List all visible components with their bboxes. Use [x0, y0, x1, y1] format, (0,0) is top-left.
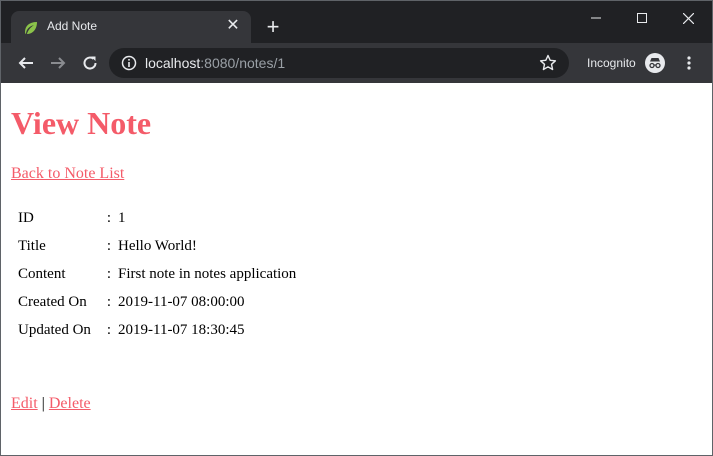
field-value: 2019-11-07 08:00:00 [118, 293, 245, 310]
detail-row-title: Title : Hello World! [17, 233, 297, 259]
incognito-icon[interactable] [645, 53, 665, 73]
field-separator: : [106, 209, 112, 226]
title-bar: Add Note ✕ + [1, 1, 712, 43]
spring-leaf-icon [25, 22, 37, 34]
delete-link[interactable]: Delete [49, 395, 91, 412]
detail-row-content: Content : First note in notes applicatio… [17, 261, 297, 287]
field-value: 2019-11-07 18:30:45 [118, 321, 245, 338]
tab-title: Add Note [47, 19, 98, 33]
field-label: ID [18, 209, 34, 226]
field-label: Content [18, 265, 66, 282]
close-icon [682, 12, 694, 24]
field-separator: : [106, 265, 112, 282]
link-divider: | [41, 395, 45, 412]
field-separator: : [106, 321, 112, 338]
page-content: View Note Back to Note List ID : 1 Title… [1, 83, 712, 455]
new-tab-button[interactable]: + [263, 16, 283, 38]
field-label: Updated On [18, 321, 91, 338]
star-icon[interactable] [539, 54, 557, 72]
detail-row-updated-on: Updated On : 2019-11-07 18:30:45 [17, 317, 297, 343]
field-separator: : [106, 237, 112, 254]
url-text[interactable]: localhost:8080/notes/1 [145, 55, 285, 71]
address-bar[interactable]: localhost:8080/notes/1 [109, 48, 569, 78]
back-to-list-link[interactable]: Back to Note List [11, 165, 124, 183]
browser-window: Add Note ✕ + localhost:8080/notes/1 Inco… [0, 0, 713, 456]
field-label: Created On [18, 293, 87, 310]
detail-row-created-on: Created On : 2019-11-07 08:00:00 [17, 289, 297, 315]
reload-icon [83, 56, 97, 70]
url-host: localhost [145, 55, 201, 71]
arrow-left-icon [18, 57, 33, 69]
arrow-right-icon [51, 57, 66, 69]
field-label: Title [18, 237, 46, 254]
maximize-icon [637, 13, 647, 23]
note-actions: Edit | Delete [11, 395, 91, 413]
field-value: 1 [118, 209, 126, 226]
minimize-button[interactable] [573, 1, 619, 35]
reload-button[interactable] [78, 51, 102, 75]
browser-toolbar: localhost:8080/notes/1 Incognito [1, 43, 712, 83]
maximize-button[interactable] [619, 1, 665, 35]
detail-row-id: ID : 1 [17, 205, 297, 231]
close-window-button[interactable] [665, 1, 711, 35]
note-details-table: ID : 1 Title : Hello World! Content : Fi… [15, 203, 299, 345]
more-menu-icon[interactable] [681, 55, 697, 71]
field-value: Hello World! [118, 237, 197, 254]
url-path: :8080/notes/1 [200, 55, 286, 71]
incognito-label: Incognito [587, 56, 636, 70]
info-icon[interactable] [121, 55, 137, 71]
forward-button[interactable] [46, 51, 70, 75]
field-value: First note in notes application [118, 265, 297, 282]
page-title: View Note [11, 105, 152, 141]
tab-close-icon[interactable]: ✕ [225, 18, 241, 34]
back-button[interactable] [14, 51, 38, 75]
browser-tab[interactable]: Add Note ✕ [11, 11, 251, 43]
field-separator: : [106, 293, 112, 310]
minimize-icon [591, 17, 601, 19]
edit-link[interactable]: Edit [11, 395, 38, 412]
